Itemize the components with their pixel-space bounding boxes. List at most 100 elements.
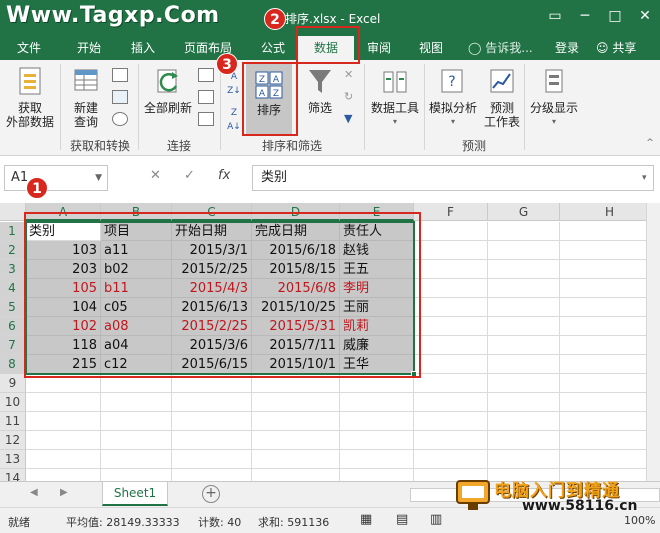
cell-f8[interactable] (414, 355, 488, 374)
cell-f11[interactable] (414, 412, 488, 431)
cell-f2[interactable] (414, 241, 488, 260)
what-if-analysis-button[interactable]: ? 模拟分析 ▾ (426, 66, 480, 129)
cell-a5[interactable]: 104 (26, 298, 101, 317)
cell-h6[interactable] (560, 317, 660, 336)
tab-view[interactable]: 视图 (408, 36, 454, 60)
cell-a1[interactable]: 类别 (26, 222, 101, 241)
cell-d5[interactable]: 2015/10/25 (252, 298, 340, 317)
sheet-tab-sheet1[interactable]: Sheet1 (102, 482, 168, 506)
get-external-data-button[interactable]: 获取 外部数据 (4, 66, 56, 129)
data-tools-button[interactable]: 数据工具 ▾ (368, 66, 422, 129)
cell-c3[interactable]: 2015/2/25 (172, 260, 252, 279)
cell-e1[interactable]: 责任人 (340, 222, 414, 241)
cell-f9[interactable] (414, 374, 488, 393)
ribbon-display-options-button[interactable]: ▭ (540, 6, 570, 26)
tab-formulas[interactable]: 公式 (250, 36, 296, 60)
column-header-e[interactable]: E (340, 203, 414, 221)
cell-b5[interactable]: c05 (101, 298, 172, 317)
row-header-2[interactable]: 2 (0, 241, 26, 260)
column-header-f[interactable]: F (414, 203, 488, 221)
cell-b12[interactable] (101, 431, 172, 450)
cell-a11[interactable] (26, 412, 101, 431)
sign-in-link[interactable]: 登录 (555, 36, 579, 60)
expand-formula-icon[interactable]: ▾ (642, 173, 647, 183)
cell-f1[interactable] (414, 222, 488, 241)
row-header-7[interactable]: 7 (0, 336, 26, 355)
cell-c13[interactable] (172, 450, 252, 469)
cell-g13[interactable] (488, 450, 560, 469)
cell-b7[interactable]: a04 (101, 336, 172, 355)
column-header-d[interactable]: D (252, 203, 340, 221)
cell-d3[interactable]: 2015/8/15 (252, 260, 340, 279)
cell-b1[interactable]: 项目 (101, 222, 172, 241)
cancel-icon[interactable]: ✕ (150, 168, 161, 183)
chevron-down-icon[interactable]: ▼ (95, 166, 102, 190)
tell-me-search[interactable]: ◯ 告诉我... (468, 36, 533, 60)
cell-f3[interactable] (414, 260, 488, 279)
worksheet-grid[interactable]: A B C D E F G H 1 类别 项目 开始日期 完成日期 责任人 2 103 a11 2015/3/1 2… (0, 203, 660, 481)
column-header-c[interactable]: C (172, 203, 252, 221)
cell-h12[interactable] (560, 431, 660, 450)
cell-a3[interactable]: 203 (26, 260, 101, 279)
cell-f6[interactable] (414, 317, 488, 336)
cell-e2[interactable]: 赵钱 (340, 241, 414, 260)
row-header-11[interactable]: 11 (0, 412, 26, 431)
forecast-sheet-button[interactable]: 预测 工作表 (482, 66, 522, 129)
cell-b2[interactable]: a11 (101, 241, 172, 260)
cell-d12[interactable] (252, 431, 340, 450)
column-header-b[interactable]: B (101, 203, 172, 221)
cell-a9[interactable] (26, 374, 101, 393)
row-header-13[interactable]: 13 (0, 450, 26, 469)
clear-filter-icon[interactable]: ✕ (344, 68, 360, 82)
row-header-14[interactable]: 14 (0, 469, 26, 481)
new-query-button[interactable]: 新建 查询 (66, 66, 106, 129)
refresh-all-button[interactable]: 全部刷新 (142, 66, 194, 115)
cell-a14[interactable] (26, 469, 101, 481)
cell-a7[interactable]: 118 (26, 336, 101, 355)
cell-b13[interactable] (101, 450, 172, 469)
cell-e8[interactable]: 王华 (340, 355, 414, 374)
cell-b6[interactable]: a08 (101, 317, 172, 336)
enter-check-icon[interactable]: ✓ (184, 168, 195, 183)
normal-view-icon[interactable]: ▦ (360, 512, 372, 527)
outline-button[interactable]: 分级显示 ▾ (528, 66, 580, 129)
cell-a8[interactable]: 215 (26, 355, 101, 374)
cell-d8[interactable]: 2015/10/1 (252, 355, 340, 374)
column-header-a[interactable]: A (26, 203, 101, 221)
row-header-12[interactable]: 12 (0, 431, 26, 450)
cell-e6[interactable]: 凯莉 (340, 317, 414, 336)
cell-c14[interactable] (172, 469, 252, 481)
cell-g4[interactable] (488, 279, 560, 298)
cell-c12[interactable] (172, 431, 252, 450)
cell-e10[interactable] (340, 393, 414, 412)
row-header-6[interactable]: 6 (0, 317, 26, 336)
cell-g12[interactable] (488, 431, 560, 450)
cell-h4[interactable] (560, 279, 660, 298)
edit-links-icon[interactable] (198, 112, 214, 126)
cell-h8[interactable] (560, 355, 660, 374)
cell-c1[interactable]: 开始日期 (172, 222, 252, 241)
cell-c5[interactable]: 2015/6/13 (172, 298, 252, 317)
cell-h7[interactable] (560, 336, 660, 355)
cell-c7[interactable]: 2015/3/6 (172, 336, 252, 355)
cell-b9[interactable] (101, 374, 172, 393)
select-all-corner[interactable] (0, 203, 26, 221)
tab-review[interactable]: 审阅 (356, 36, 402, 60)
cell-a6[interactable]: 102 (26, 317, 101, 336)
close-button[interactable]: ✕ (630, 6, 660, 26)
cell-d6[interactable]: 2015/5/31 (252, 317, 340, 336)
cell-d4[interactable]: 2015/6/8 (252, 279, 340, 298)
row-header-9[interactable]: 9 (0, 374, 26, 393)
cell-d14[interactable] (252, 469, 340, 481)
column-header-g[interactable]: G (488, 203, 560, 221)
cell-f5[interactable] (414, 298, 488, 317)
collapse-ribbon-icon[interactable]: ^ (644, 136, 656, 150)
fill-handle[interactable] (411, 371, 417, 377)
cell-a12[interactable] (26, 431, 101, 450)
cell-h3[interactable] (560, 260, 660, 279)
cell-g5[interactable] (488, 298, 560, 317)
cell-h9[interactable] (560, 374, 660, 393)
cell-f12[interactable] (414, 431, 488, 450)
cell-c10[interactable] (172, 393, 252, 412)
cell-h11[interactable] (560, 412, 660, 431)
